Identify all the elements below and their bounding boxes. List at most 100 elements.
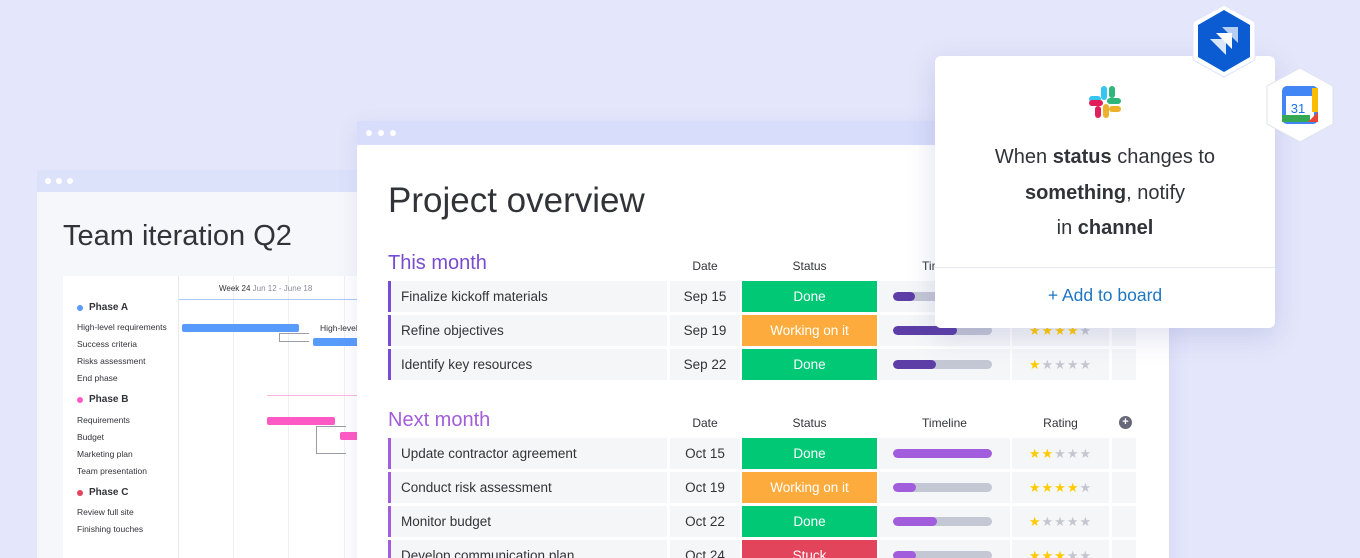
table-row[interactable]: Identify key resources Sep 22 Done ★★★★★ xyxy=(388,349,1138,380)
status-badge[interactable]: Done xyxy=(742,438,877,469)
column-header-date[interactable]: Date xyxy=(670,416,740,430)
item-date[interactable]: Oct 22 xyxy=(670,506,740,537)
calendar-day-number: 31 xyxy=(1291,101,1305,116)
slack-icon xyxy=(1089,86,1121,118)
google-calendar-icon: 31 xyxy=(1266,67,1334,143)
rating-stars[interactable]: ★★★★★ xyxy=(1012,506,1109,537)
item-name[interactable]: Conduct risk assessment xyxy=(388,472,667,503)
star-icon: ★★★ xyxy=(1054,446,1093,461)
task-item[interactable]: Review full site xyxy=(77,507,134,517)
task-item[interactable]: Risks assessment xyxy=(77,356,146,366)
automation-recipe-text: When status changes to something, notify… xyxy=(935,140,1275,247)
status-badge[interactable]: Done xyxy=(742,349,877,380)
phase-b[interactable]: Phase B xyxy=(77,394,128,405)
item-name[interactable]: Identify key resources xyxy=(388,349,667,380)
add-column-cell xyxy=(1112,349,1136,380)
recipe-text: When xyxy=(994,146,1053,168)
rating-stars[interactable]: ★★★★★ xyxy=(1012,438,1109,469)
phase-a-label: Phase A xyxy=(89,302,129,313)
recipe-channel-field[interactable]: channel xyxy=(1078,217,1154,239)
gantt-gridline xyxy=(233,276,234,558)
add-column-cell xyxy=(1112,506,1136,537)
table-row[interactable]: Monitor budget Oct 22 Done ★★★★★ xyxy=(388,506,1138,537)
recipe-line-1: When status changes to xyxy=(935,140,1275,176)
automation-card: When status changes to something, notify… xyxy=(935,56,1275,328)
timeline-cell[interactable] xyxy=(879,438,1010,469)
item-date[interactable]: Oct 19 xyxy=(670,472,740,503)
star-icon: ★★ xyxy=(1066,548,1093,558)
item-name[interactable]: Develop communication plan xyxy=(388,540,667,558)
add-column-cell xyxy=(1112,472,1136,503)
add-column-cell xyxy=(1112,540,1136,558)
group-title-this-month[interactable]: This month xyxy=(388,252,487,275)
timeline-cell[interactable] xyxy=(879,540,1010,558)
item-date[interactable]: Sep 22 xyxy=(670,349,740,380)
column-header-timeline[interactable]: Timeline xyxy=(879,416,1010,430)
task-item[interactable]: High-level requirements xyxy=(77,322,167,332)
gantt-week-header: Week 24 Jun 12 - June 18 xyxy=(219,284,312,293)
task-item[interactable]: Success criteria xyxy=(77,339,137,349)
rating-stars[interactable]: ★★★★★ xyxy=(1012,540,1109,558)
card-divider xyxy=(935,267,1275,268)
column-header-rating[interactable]: Rating xyxy=(1012,416,1109,430)
item-date[interactable]: Sep 19 xyxy=(670,315,740,346)
window-dot xyxy=(45,178,51,184)
add-to-board-button[interactable]: + Add to board xyxy=(935,285,1275,306)
window-dot xyxy=(366,130,372,136)
phase-c[interactable]: Phase C xyxy=(77,487,128,498)
phase-c-label: Phase C xyxy=(89,487,129,498)
add-column-icon[interactable]: + xyxy=(1119,416,1132,429)
item-date[interactable]: Sep 15 xyxy=(670,281,740,312)
status-badge[interactable]: Working on it xyxy=(742,472,877,503)
status-badge[interactable]: Working on it xyxy=(742,315,877,346)
timeline-track xyxy=(893,360,992,369)
timeline-fill xyxy=(893,517,937,526)
gantt-chart: Week 24 Jun 12 - June 18 Phase A High-le… xyxy=(63,276,377,558)
window-dot xyxy=(390,130,396,136)
star-icon: ★ xyxy=(1028,514,1042,529)
item-name[interactable]: Finalize kickoff materials xyxy=(388,281,667,312)
gantt-gridline xyxy=(344,276,345,558)
item-date[interactable]: Oct 15 xyxy=(670,438,740,469)
table-row[interactable]: Develop communication plan Oct 24 Stuck … xyxy=(388,540,1138,558)
task-item[interactable]: Budget xyxy=(77,432,104,442)
task-item[interactable]: Finishing touches xyxy=(77,524,143,534)
rating-stars[interactable]: ★★★★★ xyxy=(1012,349,1109,380)
item-date[interactable]: Oct 24 xyxy=(670,540,740,558)
recipe-value-field[interactable]: something xyxy=(1025,182,1126,204)
table-row[interactable]: Update contractor agreement Oct 15 Done … xyxy=(388,438,1138,469)
column-header-date[interactable]: Date xyxy=(670,259,740,273)
star-icon: ★★★★ xyxy=(1041,357,1093,372)
status-badge[interactable]: Stuck xyxy=(742,540,877,558)
window-titlebar xyxy=(37,170,377,192)
timeline-cell[interactable] xyxy=(879,472,1010,503)
timeline-fill xyxy=(893,449,992,458)
item-name[interactable]: Monitor budget xyxy=(388,506,667,537)
gantt-bar[interactable] xyxy=(267,417,335,425)
task-item[interactable]: Marketing plan xyxy=(77,449,133,459)
star-icon: ★★★★ xyxy=(1028,480,1080,495)
column-header-status[interactable]: Status xyxy=(742,259,877,273)
item-name[interactable]: Refine objectives xyxy=(388,315,667,346)
task-item[interactable]: Requirements xyxy=(77,415,130,425)
group-title-next-month[interactable]: Next month xyxy=(388,409,490,432)
phase-a[interactable]: Phase A xyxy=(77,302,128,313)
item-name[interactable]: Update contractor agreement xyxy=(388,438,667,469)
recipe-trigger-field[interactable]: status xyxy=(1053,146,1112,168)
table-row[interactable]: Conduct risk assessment Oct 19 Working o… xyxy=(388,472,1138,503)
status-badge[interactable]: Done xyxy=(742,506,877,537)
recipe-line-2: something, notify xyxy=(935,176,1275,212)
team-iteration-window: Team iteration Q2 Week 24 Jun 12 - June … xyxy=(37,170,377,558)
timeline-fill xyxy=(893,483,916,492)
status-badge[interactable]: Done xyxy=(742,281,877,312)
gantt-bar[interactable] xyxy=(182,324,299,332)
timeline-cell[interactable] xyxy=(879,506,1010,537)
star-icon: ★ xyxy=(1079,480,1093,495)
rating-stars[interactable]: ★★★★★ xyxy=(1012,472,1109,503)
task-item[interactable]: Team presentation xyxy=(77,466,147,476)
column-header-status[interactable]: Status xyxy=(742,416,877,430)
gantt-dependency-connector xyxy=(316,426,346,454)
team-iteration-title: Team iteration Q2 xyxy=(63,220,292,252)
timeline-cell[interactable] xyxy=(879,349,1010,380)
task-item[interactable]: End phase xyxy=(77,373,118,383)
